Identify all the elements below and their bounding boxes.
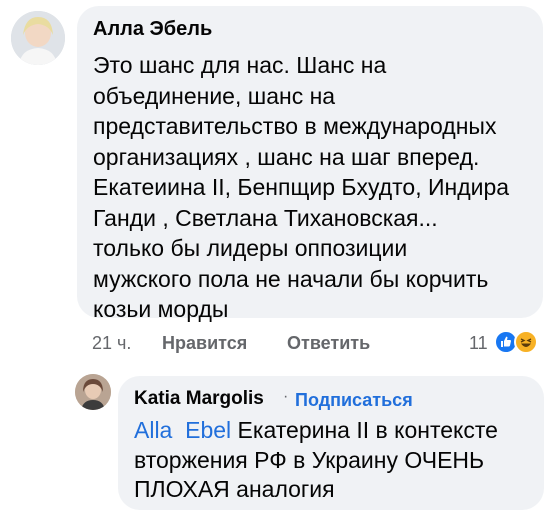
comment-line: только бы лидеры оппозиции <box>93 235 408 261</box>
avatar-photo <box>75 374 111 410</box>
separator-dot: · <box>283 388 289 405</box>
reply-line: Alla Ebel Екатерина II в контексте <box>134 416 498 446</box>
comment-line: Это шанс для нас. Шанс на <box>93 52 387 78</box>
comment-line: Екатеиина II, Бенпщир Бхудто, Индира <box>93 174 510 200</box>
comment-text: Это шанс для нас. Шанс на объединение, ш… <box>93 50 509 325</box>
haha-icon <box>514 330 538 354</box>
like-button[interactable]: Нравится <box>162 333 247 354</box>
reaction-count[interactable]: 11 <box>469 333 488 354</box>
reply-author[interactable]: Katia Margolis <box>134 388 264 410</box>
comment-line: представительство в международных <box>93 113 497 139</box>
subscribe-button[interactable]: Подписаться <box>295 390 413 411</box>
avatar[interactable] <box>11 11 65 65</box>
reply-line-text: Екатерина II в контексте <box>231 417 498 443</box>
comment-line: мужского пола не начали бы корчить <box>93 265 489 292</box>
reply-avatar[interactable] <box>75 374 111 410</box>
comment-line: козьи морды <box>93 296 229 322</box>
comment-timestamp[interactable]: 21 ч. <box>92 333 131 354</box>
reaction-icons[interactable] <box>494 330 546 354</box>
comment-line: организациях , шанс на шаг вперед. <box>93 143 480 170</box>
reply-button[interactable]: Ответить <box>287 333 370 354</box>
reply-line: вторжения РФ в Украину ОЧЕНЬ <box>134 446 485 473</box>
comment-line: объединение, шанс на <box>93 82 336 109</box>
comment-line: Ганди , Светлана Тихановская... <box>93 204 438 231</box>
reply-line: ПЛОХАЯ аналогия <box>134 476 335 502</box>
reply-text: Alla Ebel Екатерина II в контексте вторж… <box>134 416 498 505</box>
comment-author[interactable]: Алла Эбель <box>93 18 212 41</box>
avatar-photo <box>11 11 65 65</box>
mention-link[interactable]: Alla Ebel <box>134 417 231 443</box>
